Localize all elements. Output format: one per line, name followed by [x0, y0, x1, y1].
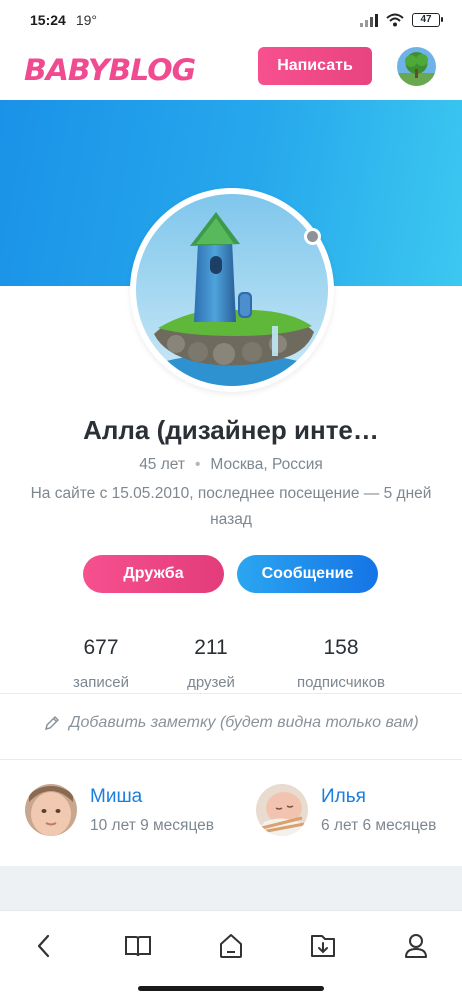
section-gap: [0, 866, 462, 910]
online-status-dot: [304, 228, 321, 245]
child-name[interactable]: Миша: [90, 786, 214, 808]
home-indicator[interactable]: [138, 986, 324, 991]
child-photo-icon: [256, 784, 308, 836]
profile-avatar-frame: [130, 188, 334, 392]
child-info: Илья 6 лет 6 месяцев: [321, 786, 436, 835]
stat-friends-label: друзей: [187, 674, 235, 691]
profile-avatar[interactable]: [136, 194, 328, 386]
profile-since: На сайте с 15.05.2010, последнее посещен…: [30, 485, 432, 528]
status-temperature: 19°: [75, 12, 97, 28]
profile-location: Москва, Россия: [210, 456, 323, 473]
message-button[interactable]: Сообщение: [237, 555, 378, 593]
wifi-icon: [386, 13, 404, 27]
divider: [0, 693, 462, 694]
bottom-navigation: [0, 910, 462, 980]
stat-posts[interactable]: 677 записей: [61, 636, 141, 691]
child-age: 10 лет 9 месяцев: [90, 816, 215, 834]
tree-avatar-icon: [397, 47, 436, 86]
back-icon[interactable]: [29, 931, 59, 961]
friendship-button[interactable]: Дружба: [83, 555, 224, 593]
add-note-text: Добавить заметку (будет видна только вам…: [69, 714, 419, 731]
child-item[interactable]: Миша 10 лет 9 месяцев: [25, 784, 214, 836]
tower-island-icon: [136, 194, 328, 386]
signal-icon: [360, 13, 378, 27]
book-icon[interactable]: [123, 931, 153, 961]
user-avatar[interactable]: [397, 47, 436, 86]
divider: [0, 759, 462, 760]
child-age: 6 лет 6 месяцев: [321, 816, 437, 834]
child-avatar: [256, 784, 308, 836]
profile-name: Алла (дизайнер инте…: [83, 415, 379, 445]
child-item[interactable]: Илья 6 лет 6 месяцев: [256, 784, 436, 836]
download-icon[interactable]: [308, 931, 338, 961]
status-bar: 15:24 19° 47: [0, 0, 462, 40]
app-header: BABYBLOG Написать: [0, 40, 462, 100]
add-note[interactable]: Добавить заметку (будет видна только вам…: [0, 714, 462, 732]
profile-icon[interactable]: [401, 931, 431, 961]
write-button[interactable]: Написать: [258, 47, 372, 85]
child-avatar: [25, 784, 77, 836]
stat-posts-label: записей: [73, 674, 129, 691]
pencil-icon: [45, 715, 60, 731]
stat-followers[interactable]: 158 подписчиков: [281, 636, 401, 691]
child-name[interactable]: Илья: [321, 786, 436, 808]
stat-friends[interactable]: 211 друзей: [171, 636, 251, 691]
stat-followers-value: 158: [323, 636, 359, 659]
profile-meta: 45 лет • Москва, Россия: [0, 456, 462, 474]
meta-separator: •: [194, 456, 201, 473]
stat-friends-value: 211: [194, 636, 228, 659]
stat-followers-label: подписчиков: [297, 674, 385, 691]
babyblog-logo[interactable]: BABYBLOG: [24, 53, 196, 87]
status-icons: 47: [360, 13, 443, 27]
profile-age: 45 лет: [139, 456, 185, 473]
card-bottom: [0, 846, 462, 866]
stat-posts-value: 677: [83, 636, 119, 659]
child-info: Миша 10 лет 9 месяцев: [90, 786, 214, 835]
battery-icon: 47: [412, 13, 443, 27]
status-time: 15:24: [30, 12, 66, 28]
home-icon[interactable]: [216, 931, 246, 961]
child-photo-icon: [25, 784, 77, 836]
